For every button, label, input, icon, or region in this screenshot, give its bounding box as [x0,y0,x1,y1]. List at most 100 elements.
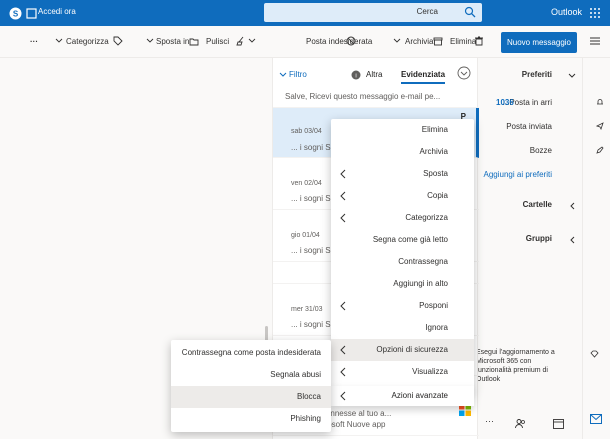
menu-item-label: Archivia [419,147,448,156]
favorites-chevron-icon[interactable] [568,72,576,80]
tag-icon[interactable] [113,36,123,46]
message-date: gio 01/04 [291,232,320,239]
menu-item-mark-read[interactable]: Segna come già letto [331,229,474,251]
new-message-label: Nuovo messaggio [506,38,572,47]
groups-chevron-icon[interactable] [568,236,576,244]
svg-text:S: S [12,9,18,18]
filter-chevron-icon[interactable] [279,71,287,79]
sweep-chevron-icon[interactable] [248,36,258,46]
office-icon[interactable] [24,6,38,20]
folders-header[interactable]: Cartelle [523,200,552,209]
block-icon[interactable] [346,36,356,46]
message-date: ven 02/04 [291,180,322,187]
new-message-button[interactable]: Nuovo messaggio [501,32,577,53]
upgrade-text[interactable]: Esegui l'aggiornamento a Microsoft 365 c… [476,348,556,384]
add-favorite-link[interactable]: Aggiungi ai preferiti [484,170,552,179]
favorites-header[interactable]: Preferiti [522,70,552,79]
drafts-item[interactable]: Bozze [530,146,552,155]
search-placeholder: Cerca [416,7,438,16]
menu-item-label: Posponi [419,301,448,310]
tab-focused[interactable]: Evidenziata [401,70,446,84]
menu-item-label: Aggiungi in alto [393,279,448,288]
menu-item-pin[interactable]: Aggiungi in alto [331,273,474,295]
menu-item-snooze[interactable]: Posponi [331,295,474,317]
skype-icon[interactable]: S [8,6,22,20]
submenu-item-label: Segnala abusi [270,370,321,379]
search-icon[interactable] [463,5,478,20]
message-preview: Salve, Ricevi questo messaggio e-mail pe… [285,92,441,101]
submenu-item-block[interactable]: Blocca [171,386,331,408]
message-preview: i sogni Se ... [291,194,336,203]
svg-text:i: i [355,74,356,80]
search-box[interactable]: Cerca [264,3,482,22]
message-date: mer 31/03 [291,306,323,313]
menu-item-label: Opzioni di sicurezza [376,345,448,354]
chevron-left-icon [339,345,347,355]
sweep-button[interactable]: Pulisci [206,37,229,46]
security-submenu: Contrassegna come posta indesiderata Seg… [171,340,331,432]
folders-chevron-icon[interactable] [568,202,576,210]
more-apps-icon[interactable]: ··· [485,416,494,426]
menu-item-archive[interactable]: Archivia [331,141,474,163]
list-item[interactable]: Salve, Ricevi questo messaggio e-mail pe… [273,86,479,108]
menu-item-label: Contrassegna [398,257,448,266]
submenu-item-label: Blocca [296,392,321,401]
diamond-icon [590,350,599,358]
menu-item-copy[interactable]: Copia [331,185,474,207]
submenu-item-mark-junk[interactable]: Contrassegna come posta indesiderata [171,342,331,364]
chevron-left-icon [339,213,347,223]
move-to-chevron-icon[interactable] [146,36,156,46]
submenu-item-label: Phishing [290,414,321,423]
menu-item-label: Azioni avanzate [391,391,448,400]
top-header-bar: S Accedi ora Cerca Outlook [0,0,610,26]
people-icon[interactable] [515,418,526,429]
login-link[interactable]: Accedi ora [38,7,76,16]
menu-item-label: Segna come già letto [372,235,448,244]
app-title: Outlook [550,7,582,17]
archive-icon[interactable] [433,36,443,46]
groups-header[interactable]: Gruppi [526,234,552,243]
send-icon [596,122,604,130]
menu-item-label: Copia [427,191,448,200]
junk-chevron-icon[interactable] [393,36,403,46]
message-preview: i sogni Se ... [291,246,336,255]
info-icon[interactable]: i [351,70,361,80]
select-all-circle[interactable] [457,66,471,80]
delete-button[interactable]: Elimina [450,37,476,46]
archive-button[interactable]: Archivia [405,37,433,46]
chevron-left-icon [339,169,347,179]
menu-item-view[interactable]: Visualizza [331,361,474,383]
menu-item-flag[interactable]: Contrassegna [331,251,474,273]
bell-icon [596,98,604,106]
app-launcher-icon[interactable] [588,6,602,20]
menu-item-categorize[interactable]: Categorizza [331,207,474,229]
tab-other[interactable]: Altra [366,70,382,79]
inbox-count: 1036 [496,98,514,107]
message-preview: i sogni Se ... [291,143,336,152]
move-to-icon[interactable] [189,36,199,46]
submenu-item-report-abuse[interactable]: Segnala abusi [171,364,331,386]
hamburger-icon[interactable] [590,36,600,46]
menu-item-delete[interactable]: Elimina [331,119,474,141]
chevron-left-icon [339,191,347,201]
menu-item-security-options[interactable]: Opzioni di sicurezza [331,339,474,361]
menu-item-label: Categorizza [405,213,448,222]
categorize-chevron-icon[interactable] [55,36,65,46]
categorize-button[interactable]: Categorizza [66,37,109,46]
menu-item-ignore[interactable]: Ignora [331,317,474,339]
menu-item-label: Visualizza [412,367,448,376]
menu-item-label: Sposta [423,169,448,178]
filter-button[interactable]: Filtro [289,70,307,79]
junk-button[interactable]: Posta indesiderata [306,37,372,46]
submenu-item-phishing[interactable]: Phishing [171,408,331,430]
more-actions-button[interactable]: ··· [30,37,38,46]
menu-item-move[interactable]: Sposta [331,163,474,185]
calendar-icon[interactable] [553,418,564,429]
message-preview: i sogni Se ... [291,320,336,329]
move-to-button[interactable]: Sposta in [156,37,189,46]
menu-item-label: Elimina [421,125,448,134]
menu-item-advanced-actions-row[interactable]: Azioni avanzate [331,386,474,406]
mail-icon[interactable] [590,414,602,424]
sent-item[interactable]: Posta inviata [506,122,552,131]
sweep-icon[interactable] [236,36,246,46]
